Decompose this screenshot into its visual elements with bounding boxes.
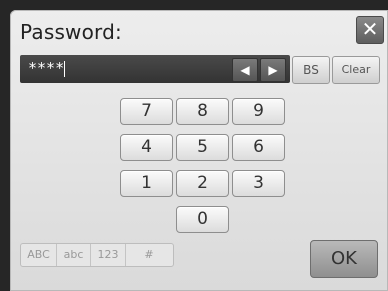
backspace-button[interactable]: BS [292,56,330,84]
password-dialog: Password: ✕ **** ◀ ▶ BS Clear 7 8 9 4 5 … [10,10,388,291]
key-3[interactable]: 3 [232,170,285,197]
dialog-title: Password: [20,20,122,44]
screen: Password: ✕ **** ◀ ▶ BS Clear 7 8 9 4 5 … [0,0,388,291]
clear-button[interactable]: Clear [332,56,380,84]
cursor-left-button[interactable]: ◀ [232,58,258,82]
text-caret [64,60,66,77]
mode-uppercase-button[interactable]: ABC [21,244,57,266]
password-masked-value: **** [28,59,65,77]
arrow-right-icon: ▶ [268,63,278,77]
key-9[interactable]: 9 [232,98,285,125]
key-8[interactable]: 8 [176,98,229,125]
password-input-bar: **** ◀ ▶ [20,55,290,83]
cursor-right-button[interactable]: ▶ [260,58,286,82]
mode-lowercase-button[interactable]: abc [57,244,91,266]
key-2[interactable]: 2 [176,170,229,197]
key-6[interactable]: 6 [232,134,285,161]
input-mode-selector: ABC abc 123 # [20,243,174,267]
ok-button[interactable]: OK [310,240,378,278]
key-7[interactable]: 7 [120,98,173,125]
close-icon: ✕ [361,17,379,41]
arrow-left-icon: ◀ [240,63,250,77]
password-field[interactable]: **** [28,57,218,81]
key-5[interactable]: 5 [176,134,229,161]
key-1[interactable]: 1 [120,170,173,197]
mode-numeric-button[interactable]: 123 [91,244,126,266]
close-button[interactable]: ✕ [356,16,384,44]
key-0[interactable]: 0 [176,206,229,233]
key-4[interactable]: 4 [120,134,173,161]
mode-symbol-button[interactable]: # [126,244,172,266]
